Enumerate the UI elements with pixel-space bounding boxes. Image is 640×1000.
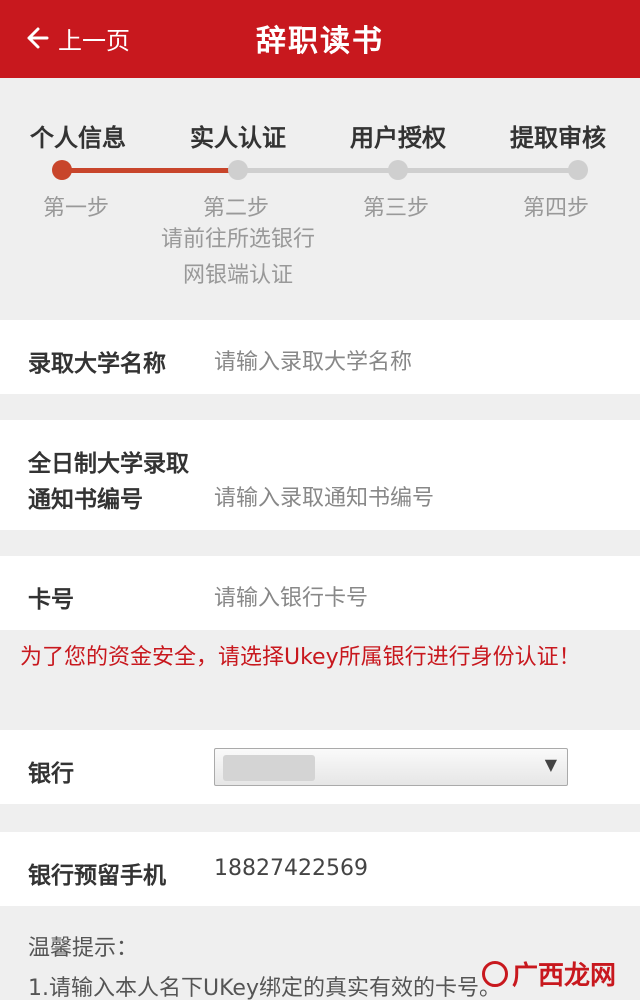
tips-title: 温馨提示： <box>28 936 139 961</box>
step-1-sub: 第一步 <box>42 196 109 221</box>
step-line-2 <box>238 168 398 173</box>
card-number-input[interactable]: 请输入银行卡号 <box>214 580 368 612</box>
university-label: 录取大学名称 <box>28 351 166 377</box>
tips-line1: 1.请输入本人名下UKey绑定的真实有效的卡号。 <box>28 976 501 1000</box>
step-4-dot <box>568 160 588 180</box>
step-3-dot <box>388 160 408 180</box>
step-4-sub: 第四步 <box>522 196 589 221</box>
watermark-text: 广西龙网 <box>511 961 616 991</box>
notice-number-input[interactable]: 请输入录取通知书编号 <box>214 480 434 512</box>
step-3-title: 用户授权 <box>350 124 446 152</box>
card-label: 卡号 <box>28 587 74 613</box>
progress-stepper: 个人信息 实人认证 用户授权 提取审核 第一步 第二步 第三步 第四步 请前往所… <box>0 78 640 318</box>
watermark-logo-icon <box>481 960 508 987</box>
security-warning: 为了您的资金安全，请选择Ukey所属银行进行身份认证！ <box>20 645 581 670</box>
step-1-title: 个人信息 <box>30 124 126 152</box>
notice-number-row[interactable]: 全日制大学录取 通知书编号 请输入录取通知书编号 <box>0 420 640 530</box>
university-row[interactable]: 录取大学名称 请输入录取大学名称 <box>0 320 640 394</box>
phone-row[interactable]: 银行预留手机 18827422569 <box>0 832 640 906</box>
blurred-bank-name <box>223 755 315 781</box>
notice-label-line1: 全日制大学录取 <box>28 451 189 477</box>
step-4-title: 提取审核 <box>510 124 606 152</box>
step-2-dot <box>228 160 248 180</box>
watermark: 广西龙网 <box>481 955 616 992</box>
bank-label: 银行 <box>28 761 74 787</box>
step-1-dot <box>52 160 72 180</box>
page: 上一页 辞职读书 个人信息 实人认证 用户授权 提取审核 第一步 第二步 第三步… <box>0 0 640 1000</box>
step-note-line2: 网银端认证 <box>182 263 293 288</box>
step-line-1 <box>62 168 238 173</box>
dropdown-arrow-icon: ▼ <box>544 755 557 774</box>
university-input[interactable]: 请输入录取大学名称 <box>214 344 412 376</box>
app-header: 上一页 辞职读书 <box>0 0 640 78</box>
bank-select[interactable]: ▼ <box>214 748 568 786</box>
step-2-sub: 第二步 <box>202 196 269 221</box>
step-2-title: 实人认证 <box>190 124 286 152</box>
phone-input[interactable]: 18827422569 <box>214 856 368 881</box>
step-note-line1: 请前往所选银行 <box>160 227 315 252</box>
notice-label-line2: 通知书编号 <box>28 487 143 513</box>
page-title: 辞职读书 <box>256 24 384 59</box>
card-number-row[interactable]: 卡号 请输入银行卡号 <box>0 556 640 630</box>
bank-row: 银行 ▼ <box>0 730 640 804</box>
step-3-sub: 第三步 <box>362 196 429 221</box>
phone-label: 银行预留手机 <box>28 863 166 889</box>
step-line-3 <box>398 168 578 173</box>
